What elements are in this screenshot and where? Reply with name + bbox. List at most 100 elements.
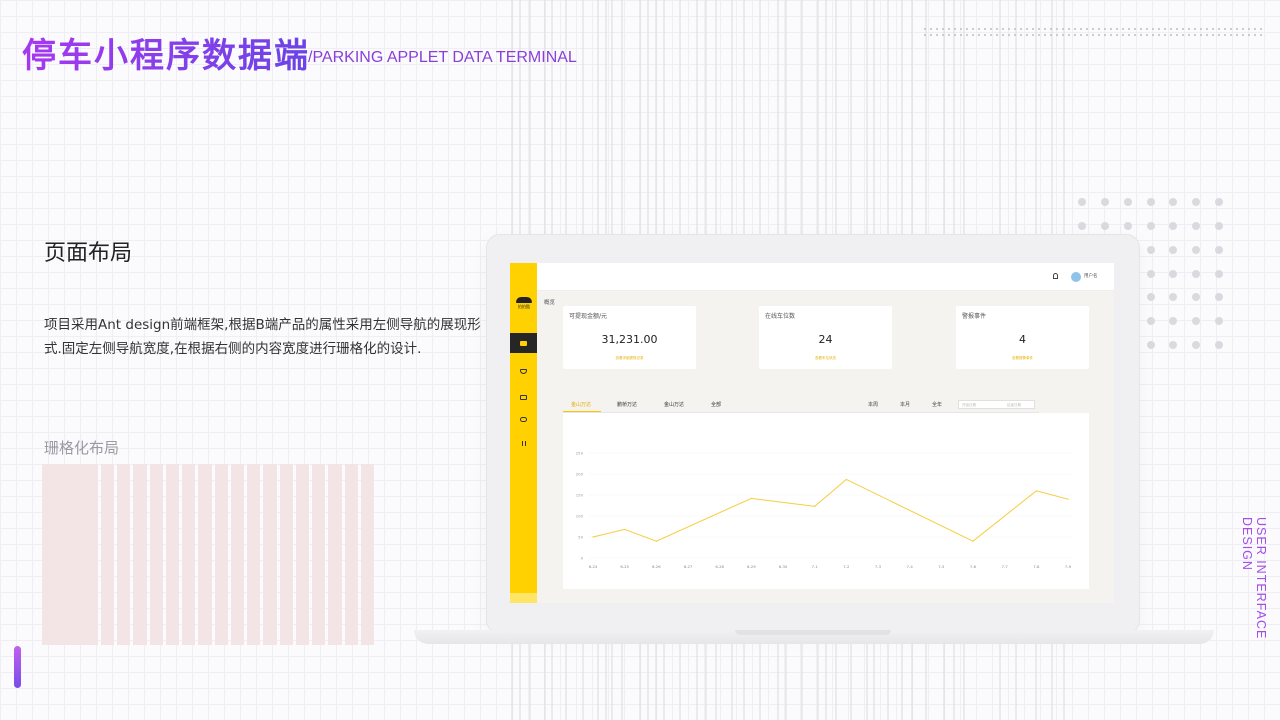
grid-column	[165, 464, 180, 645]
shield-icon	[520, 368, 527, 374]
decorative-dot	[1169, 198, 1178, 206]
grid-column	[182, 464, 196, 645]
dashboard-icon	[520, 340, 527, 346]
x-tick-label: 7-2	[843, 564, 850, 569]
decorative-dot	[1146, 317, 1155, 326]
decorative-dot	[1146, 198, 1155, 206]
grid-layout-illustration	[42, 464, 374, 645]
grid-column	[214, 464, 228, 645]
stat-link[interactable]: 查看车位状态	[759, 356, 892, 361]
decorative-dot	[1215, 317, 1224, 326]
data-point	[1067, 498, 1069, 500]
decorative-dot	[1192, 221, 1201, 230]
tab-location-3[interactable]: 金山万达	[664, 401, 684, 408]
sidebar-item-reports[interactable]	[510, 433, 537, 453]
grid-column	[344, 464, 358, 645]
tab-location-1[interactable]: 金山万达	[571, 401, 591, 408]
decorative-dot	[1123, 221, 1132, 230]
x-tick-label: 7-8	[1033, 564, 1040, 569]
stat-value: 4	[1019, 333, 1026, 346]
decorative-dot	[1192, 293, 1201, 302]
grid-column	[328, 464, 342, 645]
decorative-dot	[1192, 245, 1201, 254]
grid-column	[360, 464, 374, 645]
y-tick-label: 250	[576, 451, 584, 456]
app-topbar: 用户名	[537, 263, 1114, 291]
chat-icon	[520, 416, 527, 422]
data-point	[972, 540, 974, 542]
data-point	[592, 536, 594, 538]
data-point	[655, 540, 657, 542]
y-tick-label: 150	[576, 493, 584, 498]
app-logo[interactable]: 拍拍酷	[515, 297, 533, 311]
tab-location-2[interactable]: 鹏桥万达	[617, 401, 637, 408]
bell-icon[interactable]	[1053, 273, 1058, 279]
x-tick-label: 6-28	[715, 564, 724, 569]
x-tick-label: 6-25	[620, 564, 629, 569]
sidebar-item-security[interactable]	[510, 361, 537, 381]
stat-value: 31,231.00	[601, 333, 658, 346]
decorative-dot	[1100, 198, 1109, 206]
period-week[interactable]: 本周	[868, 401, 878, 408]
x-tick-label: 7-4	[907, 564, 914, 569]
series-line	[592, 478, 1069, 542]
accent-bar	[14, 646, 21, 688]
grid-column	[279, 464, 293, 645]
stat-link[interactable]: 查看详细提现记录	[563, 356, 696, 361]
sidebar-item-dashboard[interactable]	[510, 333, 537, 353]
stat-link[interactable]: 查看报警事件	[956, 356, 1089, 361]
data-point	[845, 478, 847, 481]
decorative-dot	[1169, 245, 1178, 254]
period-year[interactable]: 全年	[932, 401, 942, 408]
decorative-dot	[1169, 269, 1178, 278]
period-month[interactable]: 本月	[900, 401, 910, 408]
page-subtitle: /PARKING APPLET DATA TERMINAL	[308, 49, 577, 66]
decorative-dot	[1215, 221, 1224, 230]
logo-text: 拍拍酷	[518, 304, 530, 309]
grid-column	[101, 464, 115, 645]
x-tick-label: 7-1	[812, 564, 819, 569]
sidebar-footer	[510, 593, 537, 603]
stat-label: 警报事件	[962, 313, 987, 320]
data-point	[624, 528, 626, 531]
date-range-picker[interactable]: 开始日期 结束日期	[958, 400, 1035, 409]
app-sidebar: 拍拍酷	[510, 263, 537, 603]
decorative-dot	[1215, 269, 1224, 278]
x-tick-label: 7-7	[1002, 564, 1009, 569]
decorative-dot-strip	[922, 26, 1262, 38]
app-screen: 拍拍酷 用户名 概览 可提现金额/元 31,231.00 查看详细提现记录 在线…	[510, 263, 1114, 603]
avatar[interactable]	[1071, 272, 1081, 282]
sidebar-item-cards[interactable]	[510, 387, 537, 407]
x-tick-label: 6-24	[589, 564, 598, 569]
grid-column	[149, 464, 163, 645]
stat-label: 可提现金额/元	[569, 313, 608, 320]
grid-column	[247, 464, 261, 645]
user-name[interactable]: 用户名	[1084, 273, 1098, 279]
x-tick-label: 6-29	[747, 564, 756, 569]
data-point	[1035, 490, 1037, 492]
x-tick-label: 7-3	[875, 564, 882, 569]
tab-all[interactable]: 全部	[711, 401, 721, 408]
section-heading: 页面布局	[44, 241, 133, 266]
decorative-dot	[1146, 245, 1155, 254]
sidebar-item-messages[interactable]	[510, 409, 537, 429]
bars-icon	[521, 440, 526, 446]
x-tick-label: 7-5	[938, 564, 945, 569]
y-tick-label: 200	[576, 472, 584, 477]
x-tick-label: 7-6	[970, 564, 977, 569]
grid-layout-label: 珊格化布局	[44, 439, 120, 457]
date-start: 开始日期	[962, 403, 976, 407]
decorative-dot	[1215, 198, 1224, 206]
section-description: 项目采用Ant design前端框架,根据B端产品的属性采用左侧导航的展现形式.…	[44, 317, 481, 357]
decorative-dot	[1192, 317, 1201, 326]
decorative-dot	[1192, 198, 1201, 206]
decorative-dot	[1192, 341, 1201, 350]
decorative-dot	[1146, 293, 1155, 302]
grid-column	[312, 464, 326, 645]
stat-card-spaces: 在线车位数 24 查看车位状态	[759, 306, 892, 369]
decorative-dot	[1169, 317, 1178, 326]
stat-card-balance: 可提现金额/元 31,231.00 查看详细提现记录	[563, 306, 696, 369]
grid-column	[230, 464, 245, 645]
decorative-dot	[1169, 293, 1178, 302]
x-tick-label: 6-30	[779, 564, 788, 569]
